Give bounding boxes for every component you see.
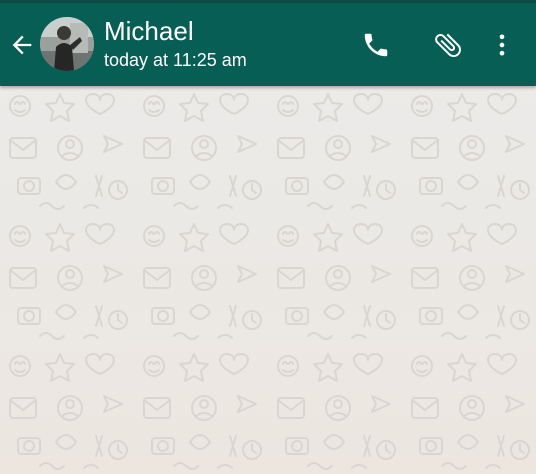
paperclip-icon <box>435 33 461 58</box>
phone-icon <box>364 33 388 57</box>
doodle-pattern <box>0 86 536 474</box>
contact-avatar[interactable] <box>40 17 94 71</box>
arrow-left-icon <box>12 35 32 55</box>
back-button[interactable] <box>6 29 38 61</box>
chat-wallpaper <box>0 86 536 474</box>
last-seen-status: today at 11:25 am <box>104 50 247 70</box>
chat-toolbar: Michael today at 11:25 am <box>0 3 536 86</box>
more-vertical-icon <box>499 34 505 56</box>
contact-name: Michael <box>104 16 194 46</box>
attach-button[interactable] <box>428 25 468 65</box>
chat-screen: Michael today at 11:25 am <box>0 0 536 474</box>
contact-photo <box>40 17 94 71</box>
more-options-button[interactable] <box>482 25 522 65</box>
voice-call-button[interactable] <box>356 25 396 65</box>
contact-info[interactable]: Michael today at 11:25 am <box>104 15 344 71</box>
